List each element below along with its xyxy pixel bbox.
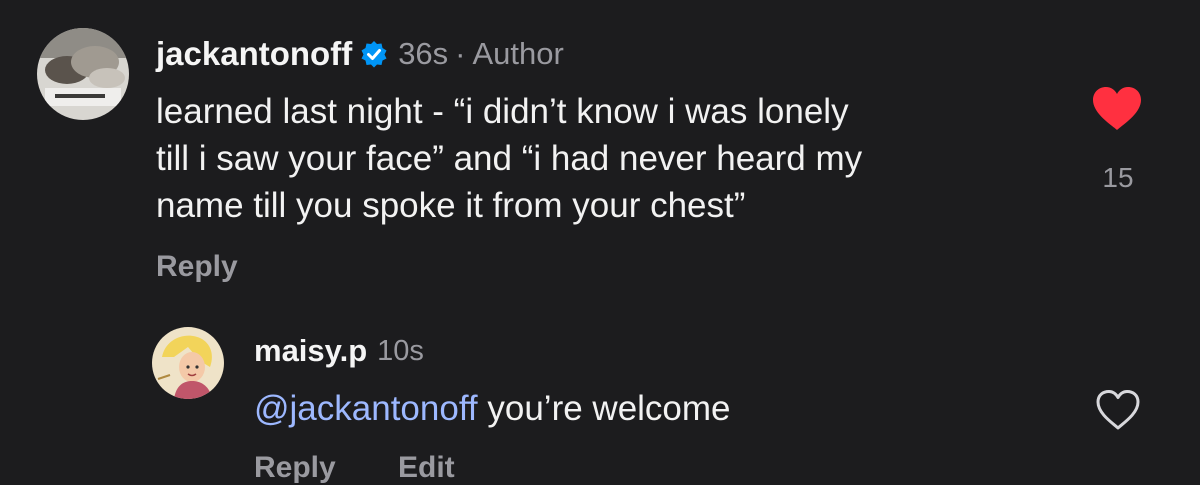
like-count[interactable]: 15 bbox=[1096, 162, 1140, 194]
comment-header: jackantonoff 36s · Author bbox=[156, 32, 564, 76]
heart-outline-icon[interactable] bbox=[1095, 389, 1141, 431]
reply-text: @jackantonoff you’re welcome bbox=[254, 387, 731, 431]
mention-link[interactable]: @jackantonoff bbox=[254, 389, 478, 428]
verified-badge-icon bbox=[360, 40, 388, 68]
reply-button[interactable]: Reply bbox=[156, 250, 238, 284]
comment-username[interactable]: jackantonoff bbox=[156, 35, 352, 73]
comment-text-line: name till you spoke it from your chest” bbox=[156, 186, 746, 225]
reply-username[interactable]: maisy.p bbox=[254, 333, 367, 369]
meta-separator: · bbox=[455, 36, 466, 71]
reply-timestamp: 10s bbox=[377, 334, 424, 367]
comment-text-line: till i saw your face” and “i had never h… bbox=[156, 139, 863, 178]
author-badge: Author bbox=[472, 36, 564, 71]
reply-button[interactable]: Reply bbox=[254, 451, 336, 485]
edit-button[interactable]: Edit bbox=[398, 451, 455, 485]
reply-avatar[interactable] bbox=[152, 327, 224, 399]
reply-body: you’re welcome bbox=[477, 389, 731, 428]
reply-header: maisy.p 10s bbox=[254, 331, 424, 371]
comment-text-line: learned last night - “i didn’t know i wa… bbox=[156, 92, 849, 131]
heart-filled-icon[interactable] bbox=[1091, 86, 1143, 132]
comment-avatar[interactable] bbox=[37, 28, 129, 120]
comment-timestamp: 36s bbox=[398, 36, 449, 71]
comment-text: learned last night - “i didn’t know i wa… bbox=[156, 88, 1056, 229]
